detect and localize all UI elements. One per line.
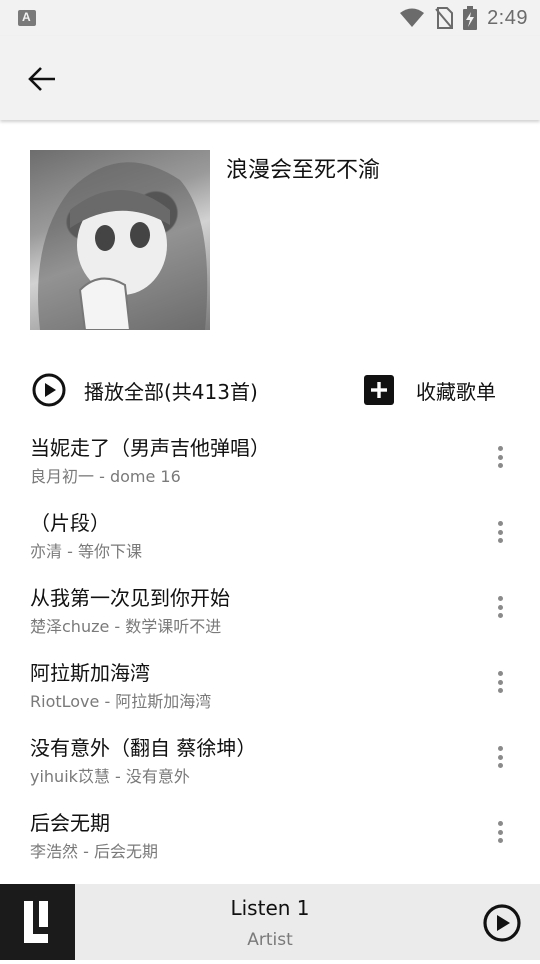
now-playing-artist: Artist (247, 930, 293, 950)
song-item[interactable]: 当妮走了（男声吉他弹唱） 良月初一 - dome 16 (0, 420, 540, 495)
cover-artwork (38, 162, 208, 330)
song-item[interactable]: （片段） 亦清 - 等你下课 (0, 495, 540, 570)
playlist-actions: 播放全部(共413首) 收藏歌单 (0, 360, 540, 420)
song-artist-album: RiotLove - 阿拉斯加海湾 (30, 692, 212, 711)
mini-player[interactable]: Listen 1 Artist (0, 884, 540, 960)
more-vert-icon[interactable] (494, 521, 506, 545)
song-artist-album: 良月初一 - dome 16 (30, 467, 181, 486)
more-vert-icon[interactable] (494, 671, 506, 695)
notification-app-icon: A (18, 10, 36, 26)
play-circle-icon (32, 373, 66, 407)
song-artist-album: yihuik苡慧 - 没有意外 (30, 767, 190, 786)
song-title: 后会无期 (30, 811, 110, 835)
arrow-left-icon (28, 67, 55, 91)
song-title: 从我第一次见到你开始 (30, 586, 230, 610)
app-bar (0, 36, 540, 120)
song-list: 当妮走了（男声吉他弹唱） 良月初一 - dome 16 （片段） 亦清 - 等你… (0, 420, 540, 870)
no-sim-icon (435, 7, 454, 29)
song-artist-album: 亦清 - 等你下课 (30, 542, 142, 561)
wifi-icon (400, 8, 425, 27)
playlist-cover-image (30, 150, 210, 330)
song-item[interactable]: 后会无期 李浩然 - 后会无期 (0, 795, 540, 870)
mini-play-button[interactable] (482, 903, 522, 943)
song-artist-album: 李浩然 - 后会无期 (30, 842, 158, 861)
back-button[interactable] (22, 60, 62, 100)
more-vert-icon[interactable] (494, 746, 506, 770)
song-artist-album: 楚泽chuze - 数学课听不进 (30, 617, 222, 636)
play-circle-icon (483, 904, 521, 942)
song-item[interactable]: 从我第一次见到你开始 楚泽chuze - 数学课听不进 (0, 570, 540, 645)
song-title: 没有意外（翻自 蔡徐坤） (30, 736, 257, 760)
add-box-icon (364, 375, 394, 405)
play-all-button[interactable]: 播放全部(共413首) (32, 373, 258, 407)
more-vert-icon[interactable] (494, 446, 506, 470)
status-icons: 2:49 (399, 6, 528, 30)
status-time: 2:49 (487, 6, 528, 29)
battery-charging-icon (463, 6, 478, 30)
song-title: （片段） (30, 511, 110, 535)
status-bar: A 2:49 (0, 0, 540, 36)
notification-badge-text: A (22, 10, 31, 24)
more-vert-icon[interactable] (494, 821, 506, 845)
song-title: 当妮走了（男声吉他弹唱） (30, 436, 270, 460)
song-item[interactable]: 阿拉斯加海湾 RiotLove - 阿拉斯加海湾 (0, 645, 540, 720)
more-vert-icon[interactable] (494, 596, 506, 620)
playlist-title: 浪漫会至死不渝 (226, 158, 381, 183)
play-all-label: 播放全部(共413首) (84, 379, 258, 404)
collect-playlist-label: 收藏歌单 (416, 379, 496, 404)
playlist-header: 浪漫会至死不渝 (30, 150, 510, 330)
now-playing-title: Listen 1 (230, 896, 310, 920)
song-item[interactable]: 没有意外（翻自 蔡徐坤） yihuik苡慧 - 没有意外 (0, 720, 540, 795)
song-title: 阿拉斯加海湾 (30, 661, 150, 685)
collect-playlist-button[interactable]: 收藏歌单 (362, 373, 496, 407)
